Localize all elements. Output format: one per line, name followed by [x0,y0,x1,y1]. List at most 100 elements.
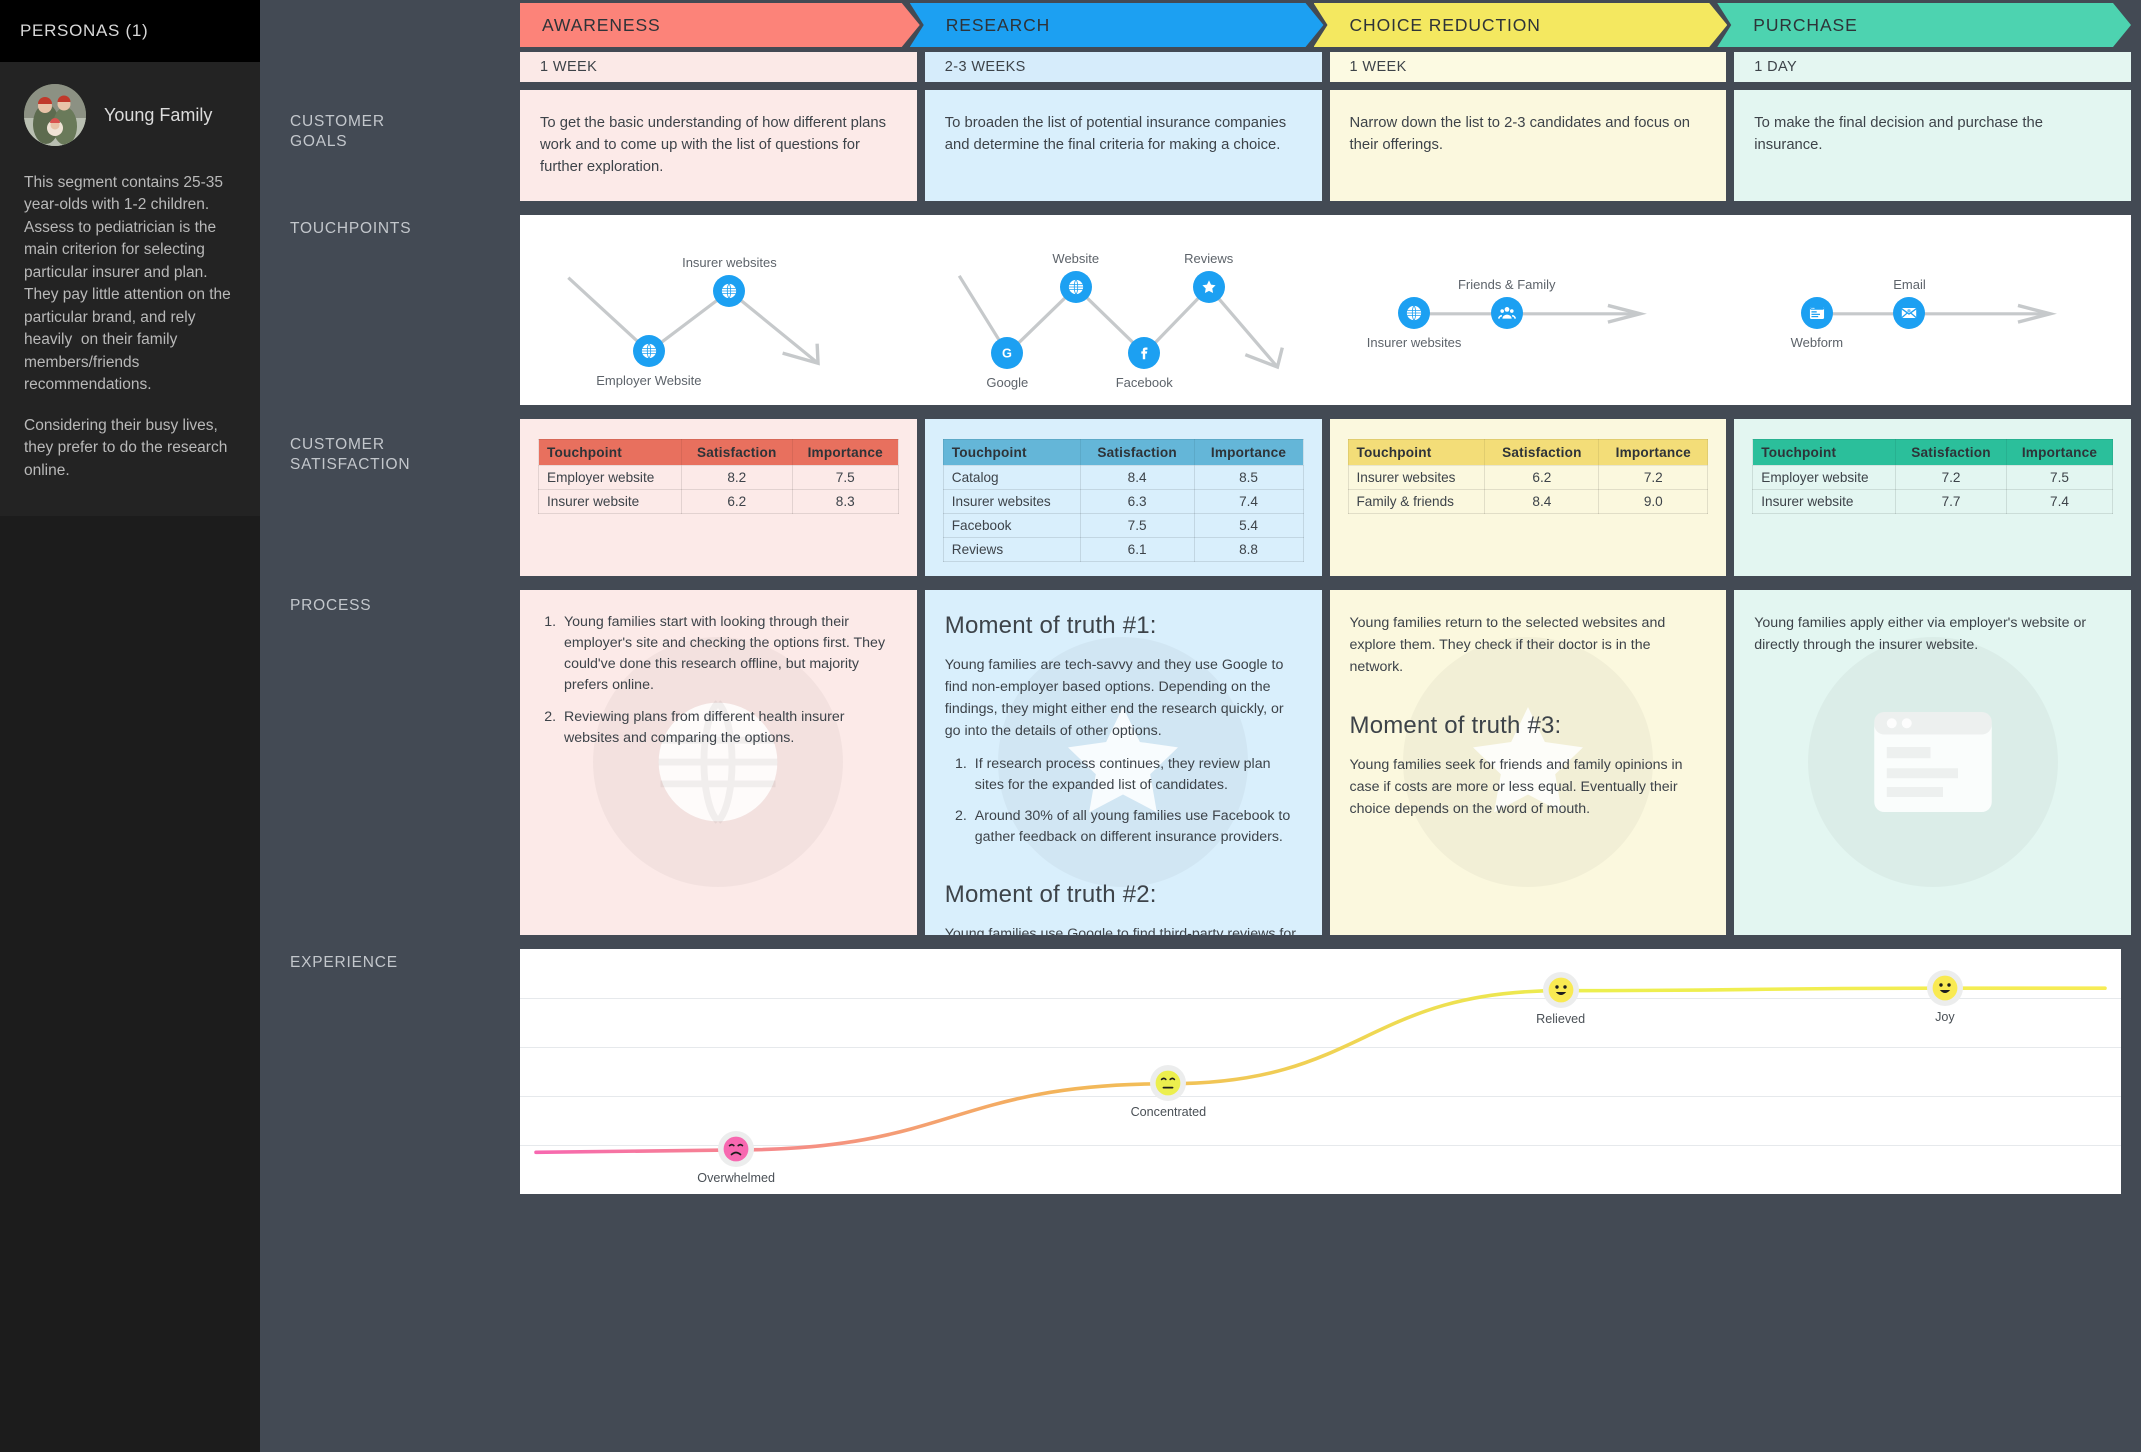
stage-header-research[interactable]: RESEARCH [910,3,1324,47]
star-icon[interactable] [1192,270,1225,303]
stage-header-choice-reduction[interactable]: CHOICE REDUCTION [1314,3,1728,47]
experience-emoji-happy-face[interactable] [1542,972,1579,1009]
stage-header-purchase[interactable]: PURCHASE [1717,3,2131,47]
satisfaction-cells: Touchpoint Satisfaction Importance Employer… [520,418,2141,576]
experience-chart[interactable]: Overwhelmed Concentrated Relieved Joy [520,948,2121,1194]
row-label-spacer-duration [260,52,520,82]
experience-emoji-label: Concentrated [1130,1105,1207,1120]
experience-emoji-label: Joy [1935,1009,1955,1024]
column-header: Importance [1598,438,1709,466]
duration-cell[interactable]: 1 WEEK [520,52,917,82]
satisfaction-cell[interactable]: Touchpoint Satisfaction Importance Employer… [520,418,917,576]
cell-satisfaction: 6.2 [680,488,793,514]
facebook-icon[interactable] [1128,337,1161,370]
experience-emoji-sad-face[interactable] [718,1131,755,1168]
customer-goal-cell[interactable]: Narrow down the list to 2-3 candidates a… [1329,90,1727,201]
cell-importance: 7.5 [791,464,899,490]
duration-cell[interactable]: 1 DAY [1734,52,2131,82]
column-header: Satisfaction [1079,438,1195,466]
touchpoints-panel: Employer Website Insurer websites G Google W… [520,214,2131,405]
column-header: Touchpoint [538,438,682,466]
touchpoint-label: Google [986,375,1029,391]
cell-importance: 7.4 [1193,488,1304,514]
satisfaction-cell[interactable]: Touchpoint Satisfaction Importance Catalog 8… [924,418,1322,576]
satisfaction-table: Touchpoint Satisfaction Importance Insurer … [1347,438,1709,514]
table-header-row: Touchpoint Satisfaction Importance [538,438,899,466]
experience-cells: Overwhelmed Concentrated Relieved Joy [520,948,2141,1194]
process-heading: Moment of truth #3: [1349,711,1562,739]
experience-row: EXPERIENCE Overwhelmed Concentrated Reliev… [260,948,2141,1194]
duration-row: 1 WEEK 2-3 WEEKS 1 WEEK 1 DAY [260,52,2141,82]
process-paragraph: Young families return to the selected we… [1349,614,1666,675]
process-content: Moment of truth #1: Young families are te… [945,612,1302,935]
persona-name: Young Family [104,104,213,125]
column-header: Satisfaction [1895,438,2007,466]
cell-importance: 9.0 [1598,488,1709,514]
row-label-customer-satisfaction: CUSTOMER SATISFACTION [290,435,411,473]
journey-map-app: PERSONAS (1) Young Family This segment c… [0,0,2141,1452]
process-cell[interactable]: Young families return to the selected we… [1329,589,1727,935]
cell-touchpoint: Reviews [942,536,1081,562]
process-paragraph: Young families use Google to find third-… [944,925,1296,935]
stage-header-label: CHOICE REDUCTION [1349,14,1541,35]
column-header: Satisfaction [1484,438,1600,466]
google-icon[interactable]: G [991,337,1024,370]
globe-icon[interactable] [632,335,665,368]
list-item: If research process continues, they revi… [971,754,1302,797]
satisfaction-cell[interactable]: Touchpoint Satisfaction Importance Employer… [1734,418,2131,576]
process-cell[interactable]: Moment of truth #1: Young families are te… [924,589,1322,935]
persona-description: This segment contains 25-35 year-olds wi… [24,174,236,394]
row-label-spacer [260,0,520,47]
cell-satisfaction: 8.2 [680,464,793,490]
satisfaction-table: Touchpoint Satisfaction Importance Catalog 8… [942,438,1304,562]
process-spacer [1350,690,1707,712]
cell-satisfaction: 8.4 [1484,488,1600,514]
column-header: Touchpoint [942,438,1081,466]
webform-icon[interactable] [1800,297,1833,330]
process-cell[interactable]: Young families start with looking throug… [520,589,917,935]
experience-emoji-neutral-face[interactable] [1150,1065,1187,1102]
cell-satisfaction: 8.4 [1079,464,1195,490]
customer-goal-text: To get the basic understanding of how di… [540,115,887,176]
experience-emoji-happy-face[interactable] [1926,969,1963,1006]
cell-touchpoint: Insurer website [538,488,682,514]
cell-importance: 7.5 [2005,464,2114,490]
stage-header-awareness[interactable]: AWARENESS [520,3,920,47]
customer-goal-cell[interactable]: To get the basic understanding of how di… [520,90,917,201]
touchpoint-label: Website [1052,250,1100,266]
process-cell[interactable]: Young families apply either via employer… [1734,589,2131,935]
globe-icon[interactable] [713,274,746,307]
cell-importance: 8.5 [1193,464,1304,490]
touchpoint-label: Webform [1790,335,1844,351]
process-list: Young families start with looking throug… [560,612,897,750]
process-paragraph: Young families apply either via employer… [1754,614,2087,653]
people-icon[interactable] [1490,297,1523,330]
satisfaction-cell[interactable]: Touchpoint Satisfaction Importance Insurer … [1329,418,1727,576]
cell-satisfaction: 7.7 [1895,488,2007,514]
stage-header-label: AWARENESS [542,14,661,35]
list-item: Around 30% of all young families use Fac… [971,806,1302,849]
table-row: Insurer websites 6.2 7.2 [1347,464,1709,490]
globe-icon[interactable] [1398,297,1431,330]
duration-cell[interactable]: 2-3 WEEKS [924,52,1322,82]
cell-satisfaction: 7.5 [1079,512,1195,538]
experience-emoji-label: Relieved [1536,1012,1586,1027]
table-header-row: Touchpoint Satisfaction Importance [942,438,1304,466]
customer-satisfaction-row: CUSTOMER SATISFACTION Touchpoint Satisfac… [260,418,2141,576]
globe-icon[interactable] [1059,270,1092,303]
process-heading: Moment of truth #1: [944,611,1157,639]
svg-text:G: G [1002,346,1012,361]
cell-importance: 8.8 [1193,536,1304,562]
column-header: Satisfaction [680,438,793,466]
journey-board: AWARENESS RESEARCH CHOICE REDUCTION PURCHAS… [260,0,2141,1452]
persona-card[interactable]: Young Family This segment contains 25-35… [0,62,260,517]
touchpoints-row: TOUCHPOINTS Employer Website Insurer webs… [260,214,2141,405]
customer-goal-text: To broaden the list of potential insuran… [944,115,1287,154]
column-header: Importance [1193,438,1304,466]
email-icon[interactable] [1893,297,1926,330]
duration-cell[interactable]: 1 WEEK [1329,52,1727,82]
satisfaction-table: Touchpoint Satisfaction Importance Employer… [538,438,899,514]
customer-goal-cell[interactable]: To make the final decision and purchase … [1734,90,2131,201]
customer-goal-cell[interactable]: To broaden the list of potential insuran… [924,90,1322,201]
cell-touchpoint: Family & friends [1347,488,1486,514]
